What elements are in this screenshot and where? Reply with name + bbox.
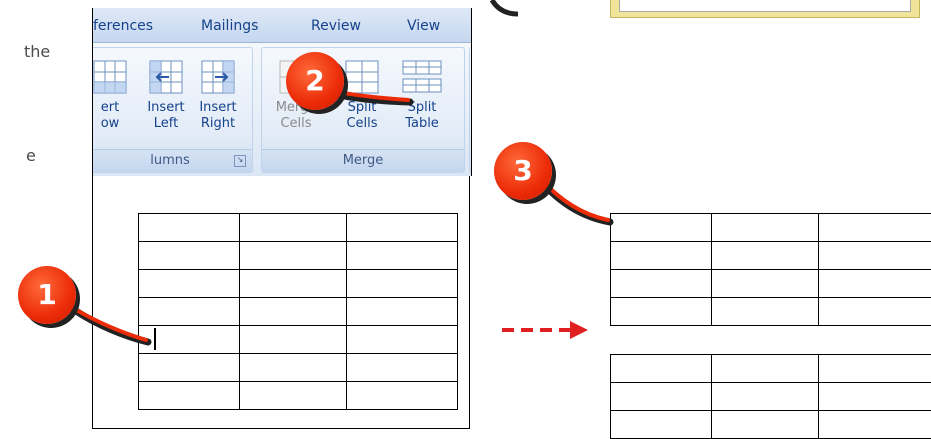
callout-tails bbox=[56, 86, 614, 346]
callout-step-3: 3 bbox=[494, 142, 552, 200]
callout-step-2: 2 bbox=[286, 52, 344, 110]
callout-step-1: 1 bbox=[18, 266, 76, 324]
